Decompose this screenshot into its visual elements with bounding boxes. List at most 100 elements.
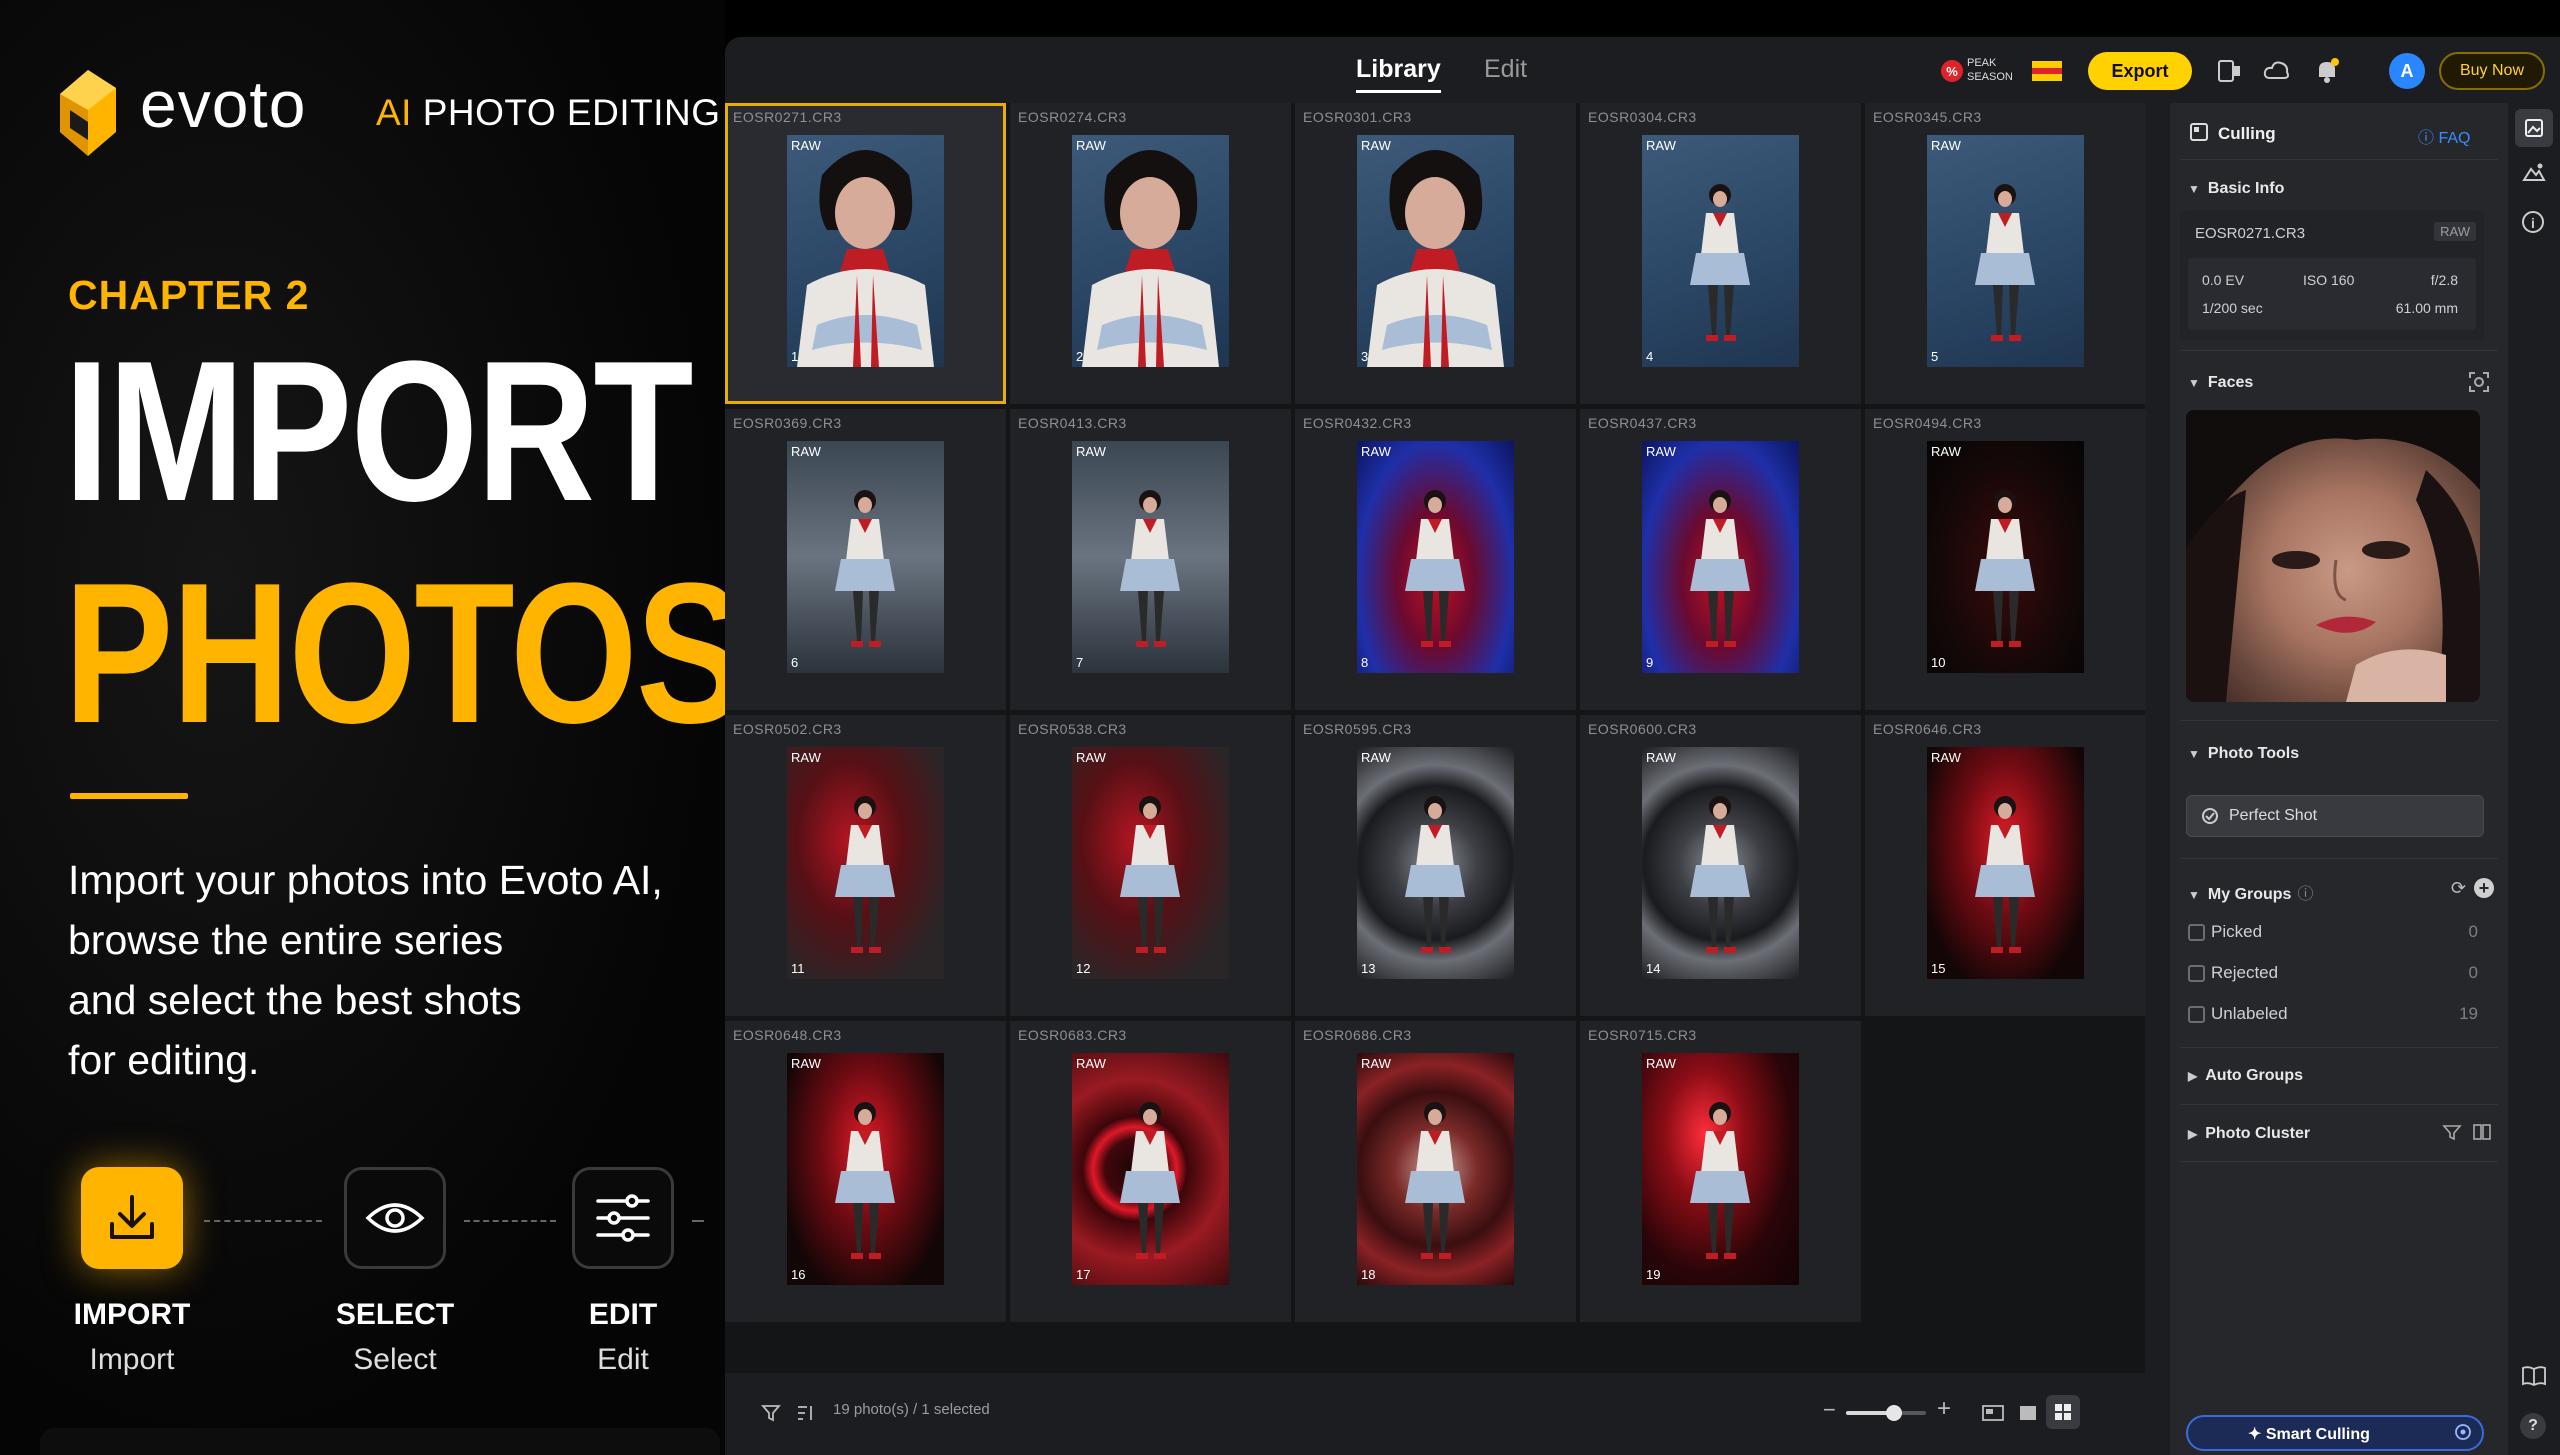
divider (2180, 720, 2498, 721)
photo-cell[interactable]: EOSR0648.CR3 RAW 16 (725, 1021, 1006, 1322)
faces-header[interactable]: ▼ Faces (2188, 374, 2253, 392)
zoom-slider[interactable] (1846, 1405, 1926, 1421)
photo-thumbnail[interactable]: RAW 13 (1357, 747, 1514, 979)
photo-thumbnail[interactable]: RAW 6 (787, 441, 944, 673)
collapse-arrow-icon: ▼ (2188, 182, 2200, 196)
photo-thumbnail[interactable]: RAW 11 (787, 747, 944, 979)
sort-icon[interactable] (789, 1397, 821, 1429)
help-icon[interactable]: ? (2520, 1413, 2546, 1439)
device-sync-icon[interactable] (2213, 55, 2245, 87)
photo-cell[interactable]: EOSR0595.CR3 RAW 13 (1295, 715, 1576, 1016)
zoom-out-icon[interactable]: − (1823, 1397, 1836, 1423)
step-import[interactable] (81, 1167, 183, 1269)
basic-info-header[interactable]: ▼ Basic Info (2188, 180, 2284, 198)
bell-icon[interactable] (2311, 55, 2343, 87)
photo-cell[interactable]: EOSR0715.CR3 RAW 19 (1580, 1021, 1861, 1322)
compare-view-icon[interactable] (1977, 1397, 2009, 1429)
promo-banner-icon[interactable] (2031, 55, 2063, 87)
avatar[interactable]: A (2389, 53, 2425, 89)
group-count: 0 (2468, 922, 2478, 941)
buy-now-button[interactable]: Buy Now (2439, 52, 2545, 90)
photo-thumbnail[interactable]: RAW 19 (1642, 1053, 1799, 1285)
basic-info-card: EOSR0271.CR3 RAW 0.0 EV ISO 160 f/2.8 1/… (2180, 210, 2484, 340)
photo-thumbnail[interactable]: RAW 9 (1642, 441, 1799, 673)
photo-thumbnail[interactable]: RAW 16 (787, 1053, 944, 1285)
exif-box: 0.0 EV ISO 160 f/2.8 1/200 sec 61.00 mm (2188, 258, 2476, 330)
photo-thumbnail[interactable]: RAW 15 (1927, 747, 2084, 979)
photo-thumbnail[interactable]: RAW 12 (1072, 747, 1229, 979)
photo-cell[interactable]: EOSR0369.CR3 RAW 6 (725, 409, 1006, 710)
photo-cell[interactable]: EOSR0600.CR3 RAW 14 (1580, 715, 1861, 1016)
photo-cell[interactable]: EOSR0345.CR3 RAW 5 (1865, 103, 2146, 404)
photo-thumbnail[interactable]: RAW 18 (1357, 1053, 1514, 1285)
photo-subject-figure (1120, 1102, 1180, 1259)
help-icon[interactable]: ⓘ (2297, 886, 2313, 903)
cluster-settings-icon[interactable] (2442, 1123, 2462, 1146)
culling-tab-icon[interactable] (2515, 109, 2553, 147)
photo-thumbnail[interactable]: RAW 2 (1072, 135, 1229, 367)
tab-edit[interactable]: Edit (1484, 55, 1527, 84)
photo-index: 19 (1646, 1267, 1661, 1282)
add-group-icon[interactable]: + (2474, 878, 2494, 898)
export-button[interactable]: Export (2088, 52, 2192, 90)
checkbox[interactable] (2188, 1006, 2205, 1023)
checkbox[interactable] (2188, 965, 2205, 982)
photo-cell[interactable]: EOSR0686.CR3 RAW 18 (1295, 1021, 1576, 1322)
group-unlabeled[interactable]: Unlabeled 19 (2188, 1004, 2478, 1024)
smart-culling-settings-icon[interactable] (2454, 1423, 2472, 1446)
photo-thumbnail[interactable]: RAW 17 (1072, 1053, 1229, 1285)
landscape-icon[interactable] (2522, 161, 2546, 188)
smart-culling-button[interactable]: ✦ Smart Culling (2186, 1415, 2484, 1451)
photo-cell[interactable]: EOSR0271.CR3 RAW 1 (725, 103, 1006, 404)
photo-thumbnail[interactable]: RAW 3 (1357, 135, 1514, 367)
group-picked[interactable]: Picked 0 (2188, 922, 2478, 942)
photo-thumbnail[interactable]: RAW 5 (1927, 135, 2084, 367)
photo-index: 1 (791, 349, 799, 364)
photo-thumbnail[interactable]: RAW 7 (1072, 441, 1229, 673)
peak-season-badge[interactable]: % PEAK SEASON (1939, 53, 2013, 89)
faq-link[interactable]: ⓘ FAQ (2418, 124, 2470, 148)
step-edit[interactable] (572, 1167, 674, 1269)
photo-thumbnail[interactable]: RAW 4 (1642, 135, 1799, 367)
my-groups-header[interactable]: ▼ My Groups ⓘ (2188, 880, 2313, 904)
tab-library[interactable]: Library (1356, 55, 1441, 93)
photo-cell[interactable]: EOSR0274.CR3 RAW 2 (1010, 103, 1291, 404)
book-icon[interactable] (2521, 1365, 2547, 1392)
photo-cell[interactable]: EOSR0432.CR3 RAW 8 (1295, 409, 1576, 710)
photo-cell[interactable]: EOSR0494.CR3 RAW 10 (1865, 409, 2146, 710)
photo-thumbnail[interactable]: RAW 14 (1642, 747, 1799, 979)
photo-cell[interactable]: EOSR0502.CR3 RAW 11 (725, 715, 1006, 1016)
face-thumbnail[interactable] (2186, 410, 2480, 702)
cluster-layout-icon[interactable] (2472, 1123, 2492, 1146)
perfect-shot-button[interactable]: Perfect Shot (2186, 795, 2484, 837)
refresh-icon[interactable]: ⟳ (2451, 878, 2466, 899)
filter-icon[interactable] (755, 1397, 787, 1429)
photo-cell[interactable]: EOSR0538.CR3 RAW 12 (1010, 715, 1291, 1016)
divider (2180, 159, 2498, 160)
grid-view-icon[interactable] (2046, 1395, 2080, 1429)
photo-cell[interactable]: EOSR0646.CR3 RAW 15 (1865, 715, 2146, 1016)
photo-thumbnail[interactable]: RAW 8 (1357, 441, 1514, 673)
face-scan-icon[interactable] (2468, 371, 2490, 398)
culling-title: Culling (2218, 124, 2276, 143)
checkbox[interactable] (2188, 924, 2205, 941)
photo-cell[interactable]: EOSR0437.CR3 RAW 9 (1580, 409, 1861, 710)
photo-thumbnail[interactable]: RAW 1 (787, 135, 944, 367)
single-view-icon[interactable] (2012, 1397, 2044, 1429)
auto-groups-header[interactable]: ▶ Auto Groups (2188, 1067, 2303, 1085)
cloud-icon[interactable] (2261, 55, 2293, 87)
photo-tools-header[interactable]: ▼ Photo Tools (2188, 745, 2299, 763)
photo-cluster-header[interactable]: ▶ Photo Cluster (2188, 1125, 2310, 1143)
group-rejected[interactable]: Rejected 0 (2188, 963, 2478, 983)
photo-cell[interactable]: EOSR0301.CR3 RAW 3 (1295, 103, 1576, 404)
step-select[interactable] (344, 1167, 446, 1269)
photo-thumbnail[interactable]: RAW 10 (1927, 441, 2084, 673)
photo-subject-figure (1367, 150, 1504, 367)
perfect-shot-label: Perfect Shot (2229, 807, 2318, 824)
zoom-slider-knob[interactable] (1886, 1405, 1902, 1421)
photo-cell[interactable]: EOSR0413.CR3 RAW 7 (1010, 409, 1291, 710)
photo-cell[interactable]: EOSR0304.CR3 RAW 4 (1580, 103, 1861, 404)
info-icon[interactable]: i (2522, 211, 2544, 233)
zoom-in-icon[interactable]: + (1937, 1395, 1951, 1423)
photo-cell[interactable]: EOSR0683.CR3 RAW 17 (1010, 1021, 1291, 1322)
